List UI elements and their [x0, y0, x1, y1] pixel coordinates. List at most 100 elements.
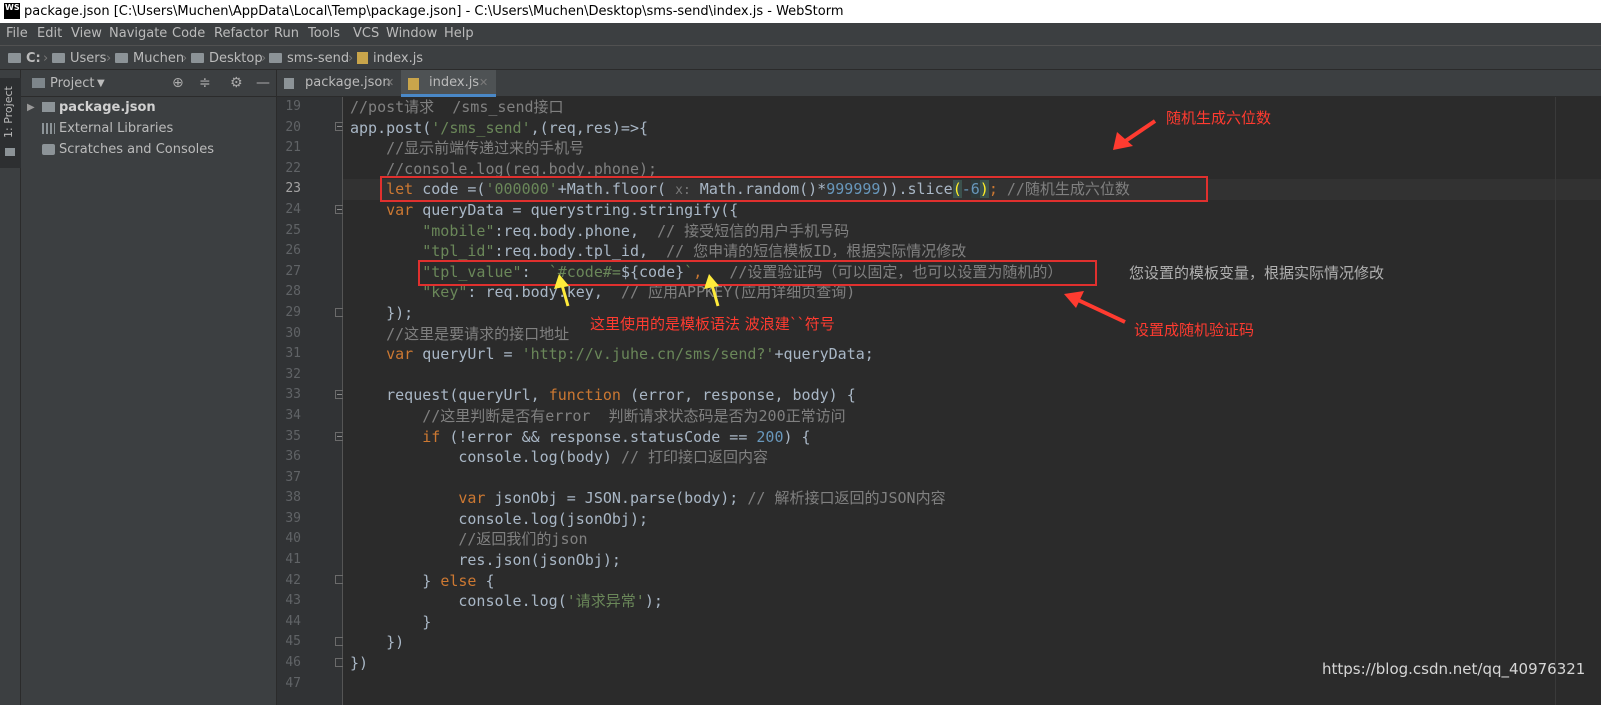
breadcrumb-drive[interactable]: C: [8, 46, 41, 71]
close-icon[interactable]: ✕ [385, 70, 394, 96]
json-file-icon [284, 78, 294, 89]
editor-tab-bar: package.json ✕ index.js ✕ [277, 70, 1601, 97]
code-line-42: } else { [422, 571, 495, 590]
breadcrumb-desktop[interactable]: Desktop [191, 46, 263, 71]
project-panel-header: Project ▼ ⊕ ≑ ⚙ — [21, 70, 277, 97]
breadcrumb-index-js[interactable]: index.js [357, 46, 423, 71]
collapse-all-icon[interactable]: ≑ [199, 70, 211, 97]
code-line-35: if (!error && response.statusCode == 200… [422, 427, 811, 446]
code-line-19: //post请求 /sms_send接口 [350, 98, 564, 116]
line-number: 34 [285, 407, 301, 423]
line-number: 40 [285, 531, 301, 547]
line-number: 24 [285, 201, 301, 217]
project-tool-window-label: 1: Project [2, 86, 15, 138]
line-number: 22 [285, 160, 301, 176]
folder-icon [191, 53, 204, 63]
line-number: 44 [285, 613, 301, 629]
menu-tools[interactable]: Tools [308, 23, 340, 45]
menu-bar: File Edit View Navigate Code Refactor Ru… [0, 23, 1601, 45]
line-number: 27 [285, 263, 301, 279]
annotation-random-code: 设置成随机验证码 [1134, 321, 1255, 339]
line-numbers: 19 20 21 22 23 24 25 26 27 28 29 30 31 32 33 34 35 36 37 38… [277, 97, 301, 694]
hide-panel-icon[interactable]: — [256, 70, 270, 97]
annotation-template-variable: 您设置的模板变量，根据实际情况修改 [1129, 264, 1385, 282]
code-line-43: console.log('请求异常'); [458, 592, 663, 611]
tab-package-json[interactable]: package.json ✕ [277, 70, 401, 97]
project-panel: Project ▼ ⊕ ≑ ⚙ — ▶ package.json Externa… [21, 70, 277, 705]
project-tool-window-button[interactable]: 1: Project [0, 78, 21, 168]
editor-gutter: 19 20 21 22 23 24 25 26 27 28 29 30 31 32 33 34 35 36 37 38… [277, 97, 343, 705]
menu-edit[interactable]: Edit [37, 23, 62, 45]
menu-run[interactable]: Run [274, 23, 299, 45]
chevron-right-icon: › [261, 51, 267, 66]
menu-code[interactable]: Code [172, 23, 205, 45]
line-number: 41 [285, 552, 301, 568]
line-number: 20 [285, 119, 301, 135]
code-line-26: "tpl_id":req.body.tpl_id, // 您申请的短信模板ID，… [422, 242, 967, 261]
breadcrumb-users[interactable]: Users [52, 46, 106, 71]
chevron-right-icon: › [106, 51, 112, 66]
annotation-template-syntax: 这里使用的是模板语法 波浪建``符号 [590, 315, 835, 333]
folder-icon [8, 53, 21, 63]
line-number: 19 [285, 99, 301, 114]
close-icon[interactable]: ✕ [479, 70, 488, 96]
menu-vcs[interactable]: VCS [353, 23, 379, 45]
chevron-down-icon[interactable]: ▼ [97, 70, 105, 97]
breadcrumb-muchen[interactable]: Muchen [115, 46, 184, 71]
breadcrumb-sms-send[interactable]: sms-send [269, 46, 349, 71]
line-number: 38 [285, 490, 301, 506]
tree-item-label: External Libraries [59, 121, 174, 136]
tree-item-label: package.json [59, 100, 156, 115]
tab-label: index.js [429, 75, 480, 90]
menu-window[interactable]: Window [386, 23, 437, 45]
code-line-24: var queryData = querystring.stringify({ [386, 200, 739, 219]
line-number: 42 [285, 572, 301, 588]
menu-file[interactable]: File [6, 23, 28, 45]
code-line-38: var jsonObj = JSON.parse(body); // 解析接口返… [458, 489, 946, 508]
line-number: 28 [285, 284, 301, 300]
menu-help[interactable]: Help [444, 23, 474, 45]
locate-icon[interactable]: ⊕ [172, 70, 184, 97]
line-number: 30 [285, 325, 301, 341]
line-number: 39 [285, 510, 301, 526]
folder-icon [269, 53, 282, 63]
line-number: 46 [285, 655, 301, 671]
code-line-21: //显示前端传递过来的手机号 [350, 139, 585, 158]
code-line-45: }) [350, 633, 405, 652]
line-number: 26 [285, 243, 301, 259]
code-line-39: console.log(jsonObj); [350, 509, 649, 528]
gear-icon[interactable]: ⚙ [230, 70, 243, 97]
tree-item-label: Scratches and Consoles [59, 142, 215, 157]
highlight-box-code-line [380, 176, 1208, 202]
folder-icon [42, 102, 55, 112]
library-icon [42, 123, 55, 134]
line-number: 32 [285, 366, 301, 382]
line-number: 43 [285, 593, 301, 609]
folder-icon [115, 53, 128, 63]
window-title-bar: WS package.json [C:\Users\Muchen\AppData… [0, 0, 1601, 23]
line-number: 36 [285, 449, 301, 465]
code-line-44: } [350, 612, 432, 631]
line-number: 37 [285, 469, 301, 485]
code-line-34: //这里判断是否有error 判断请求状态码是否为200正常访问 [350, 406, 846, 425]
project-view-selector[interactable]: Project [50, 70, 94, 97]
tab-index-js[interactable]: index.js ✕ [401, 70, 496, 97]
tab-label: package.json [305, 75, 391, 90]
menu-view[interactable]: View [71, 23, 102, 45]
line-number: 31 [285, 346, 301, 362]
line-number: 21 [285, 140, 301, 156]
line-number: 25 [285, 222, 301, 238]
chevron-right-icon: › [348, 51, 354, 66]
menu-navigate[interactable]: Navigate [109, 23, 167, 45]
code-line-25: "mobile":req.body.phone, // 接受短信的用户手机号码 [422, 221, 850, 240]
tool-window-stripe: 1: Project [0, 70, 21, 705]
js-file-icon [408, 78, 419, 90]
line-number: 47 [285, 675, 301, 691]
code-line-41: res.json(jsonObj); [350, 551, 621, 570]
chevron-right-icon[interactable]: ▶ [27, 97, 35, 118]
folder-icon [52, 53, 65, 63]
menu-refactor[interactable]: Refactor [214, 23, 269, 45]
scratches-icon [42, 144, 55, 155]
